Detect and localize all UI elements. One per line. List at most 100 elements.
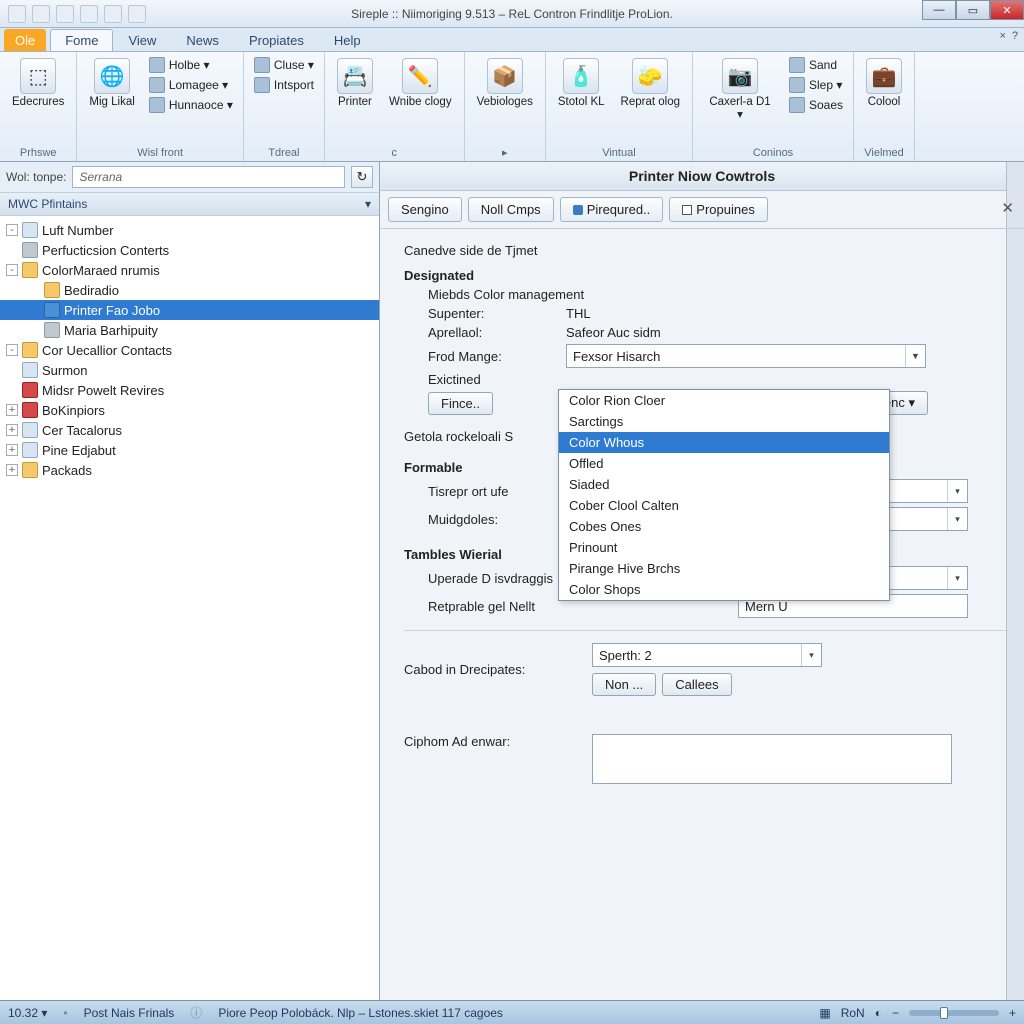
qat-button[interactable] xyxy=(56,5,74,23)
ribbon-button[interactable]: 📦Vebiologes xyxy=(471,56,539,144)
ribbon-help-icon[interactable]: ? xyxy=(1012,30,1018,42)
ribbon-button[interactable]: 📷Caxerl-a D1 ▾ xyxy=(699,56,781,145)
combo-value: Sperth: 2 xyxy=(599,648,652,663)
panel-tab-propuines[interactable]: Propuines xyxy=(669,197,768,222)
tree-toggle-icon[interactable]: - xyxy=(6,264,18,276)
status-indicator-icon[interactable]: ◐ xyxy=(875,1006,882,1020)
tree-toggle-icon[interactable]: - xyxy=(6,344,18,356)
callees-button[interactable]: Callees xyxy=(662,673,731,696)
tree-item[interactable]: Midsr Powelt Revires xyxy=(0,380,379,400)
tree-item[interactable]: Perfucticsion Conterts xyxy=(0,240,379,260)
minimize-button[interactable]: — xyxy=(922,0,956,20)
ribbon-button[interactable]: ✏️Wnibe clogy xyxy=(383,56,458,145)
tree-toggle-icon[interactable]: + xyxy=(6,444,18,456)
tab-propiates[interactable]: Propiates xyxy=(234,29,319,51)
ciphom-textarea[interactable] xyxy=(592,734,952,784)
file-orb-tab[interactable]: Ole xyxy=(4,29,46,51)
tree-item[interactable]: +Cer Tacalorus xyxy=(0,420,379,440)
qat-button[interactable] xyxy=(128,5,146,23)
tree-item[interactable]: Maria Barhipuity xyxy=(0,320,379,340)
dropdown-option[interactable]: Offled xyxy=(559,453,889,474)
tree-toggle-icon[interactable]: - xyxy=(6,224,18,236)
chevron-down-icon[interactable]: ▾ xyxy=(947,480,967,502)
tree-item[interactable]: -ColorMaraed nrumis xyxy=(0,260,379,280)
panel-tab-nollcmps[interactable]: Noll Cmps xyxy=(468,197,554,222)
dropdown-option[interactable]: Sarctings xyxy=(559,411,889,432)
qat-button[interactable] xyxy=(8,5,26,23)
dropdown-option[interactable]: Cobes Ones xyxy=(559,516,889,537)
tree-item[interactable]: -Cor Uecallior Contacts xyxy=(0,340,379,360)
ribbon-button[interactable]: 🧽Reprat olog xyxy=(615,56,686,145)
ribbon-small-button[interactable]: Intsport xyxy=(250,76,318,94)
qat-button[interactable] xyxy=(80,5,98,23)
frod-mange-combo[interactable]: Fexsor Hisarch ▼ xyxy=(566,344,926,368)
ribbon-small-button[interactable]: Soaes xyxy=(785,96,847,114)
ribbon-label: Wnibe clogy xyxy=(389,96,452,109)
ribbon-small-button[interactable]: Holbe ▾ xyxy=(145,56,237,74)
tab-fome[interactable]: Fome xyxy=(50,29,113,51)
status-indicator-icon[interactable]: ▦ xyxy=(819,1006,830,1020)
cabod-combo[interactable]: Sperth: 2 ▾ xyxy=(592,643,822,667)
dropdown-option[interactable]: Siaded xyxy=(559,474,889,495)
dropdown-option[interactable]: Cober Clool Calten xyxy=(559,495,889,516)
tree-item[interactable]: + Pine Edjabut xyxy=(0,440,379,460)
close-button[interactable]: ✕ xyxy=(990,0,1024,20)
chevron-down-icon[interactable]: ▾ xyxy=(947,567,967,589)
search-input[interactable] xyxy=(72,166,345,188)
panel-tab-pirequred[interactable]: Pirequred.. xyxy=(560,197,664,222)
gray-icon xyxy=(22,242,38,258)
ribbon-small-button[interactable]: Slep ▾ xyxy=(785,76,847,94)
chevron-down-icon[interactable]: ▼ xyxy=(905,345,925,367)
tab-news[interactable]: News xyxy=(171,29,234,51)
ribbon-button[interactable]: 📇Printer xyxy=(331,56,379,145)
panel-close-icon[interactable]: ✕ xyxy=(1001,199,1014,217)
tree-item[interactable]: Surmon xyxy=(0,360,379,380)
tree-item[interactable]: Printer Fao Jobo xyxy=(0,300,379,320)
ribbon-button[interactable]: 🌐Mig Likal xyxy=(83,56,140,145)
ribbon-button[interactable]: 🧴Stotol KL xyxy=(552,56,611,145)
search-go-button[interactable]: ↻ xyxy=(351,166,373,188)
dropdown-option[interactable]: Color Whous xyxy=(559,432,889,453)
ribbon-button[interactable]: ⬚Edecrures xyxy=(6,56,70,145)
dropdown-option[interactable]: Color Shops xyxy=(559,579,889,600)
zoom-in-icon[interactable]: + xyxy=(1009,1006,1016,1020)
tree: -Luft NumberPerfucticsion Conterts-Color… xyxy=(0,216,379,1000)
tree-toggle-icon xyxy=(28,324,40,336)
tree-item-label: Pine Edjabut xyxy=(42,443,116,458)
mini-icon xyxy=(149,57,165,73)
tree-toggle-icon[interactable]: + xyxy=(6,464,18,476)
zoom-slider[interactable] xyxy=(909,1010,999,1016)
ribbon-button[interactable]: 💼Colool xyxy=(860,56,908,145)
tree-item[interactable]: Bediradio xyxy=(0,280,379,300)
chevron-down-icon[interactable]: ▾ xyxy=(365,197,371,211)
ribbon-close-icon[interactable]: × xyxy=(999,30,1005,42)
ribbon-small-button[interactable]: Sand xyxy=(785,56,847,74)
maximize-button[interactable]: ▭ xyxy=(956,0,990,20)
ribbon-small-button[interactable]: Hunnaoce ▾ xyxy=(145,96,237,114)
ribbon-small-button[interactable]: Lomagee ▾ xyxy=(145,76,237,94)
ribbon-small-button[interactable]: Cluse ▾ xyxy=(250,56,318,74)
tree-header[interactable]: MWC Pfintains ▾ xyxy=(0,193,379,216)
tree-item[interactable]: +Packads xyxy=(0,460,379,480)
ribbon-small-label: Soaes xyxy=(809,98,843,112)
tree-item[interactable]: +BoKinpiors xyxy=(0,400,379,420)
tab-help[interactable]: Help xyxy=(319,29,376,51)
zoom-out-icon[interactable]: − xyxy=(892,1006,899,1020)
chevron-down-icon[interactable]: ▾ xyxy=(801,644,821,666)
tree-toggle-icon[interactable]: + xyxy=(6,424,18,436)
tab-view[interactable]: View xyxy=(113,29,171,51)
fince-button[interactable]: Fince.. xyxy=(428,392,493,415)
dropdown-option[interactable]: Color Rion Cloer xyxy=(559,390,889,411)
supenter-label: Supenter: xyxy=(428,306,558,321)
chevron-down-icon[interactable]: ▾ xyxy=(947,508,967,530)
frod-mange-dropdown[interactable]: Color Rion CloerSarctingsColor WhousOffl… xyxy=(558,389,890,601)
non-button[interactable]: Non ... xyxy=(592,673,656,696)
qat-button[interactable] xyxy=(104,5,122,23)
tree-toggle-icon[interactable]: + xyxy=(6,404,18,416)
tree-item[interactable]: -Luft Number xyxy=(0,220,379,240)
dropdown-option[interactable]: Pirange Hive Brchs xyxy=(559,558,889,579)
status-left[interactable]: 10.32 ▾ xyxy=(8,1006,47,1020)
qat-button[interactable] xyxy=(32,5,50,23)
panel-tab-sengino[interactable]: Sengino xyxy=(388,197,462,222)
dropdown-option[interactable]: Prinount xyxy=(559,537,889,558)
